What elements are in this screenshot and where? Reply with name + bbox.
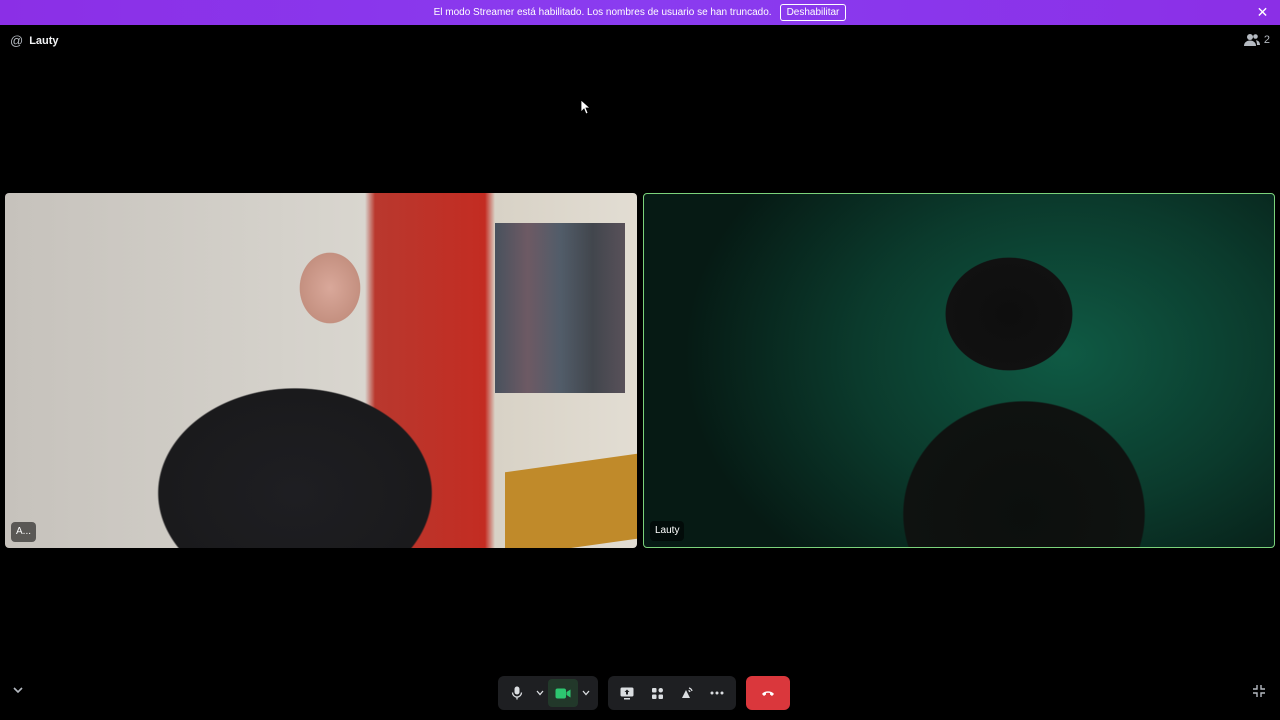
camera-button[interactable]	[548, 679, 578, 707]
banner-message: El modo Streamer está habilitado. Los no…	[433, 7, 772, 18]
exit-fullscreen-button[interactable]	[1252, 684, 1268, 700]
call-controls	[498, 676, 790, 710]
channel-title: @ Lauty	[10, 33, 59, 48]
chevron-down-icon	[536, 690, 544, 696]
mute-button[interactable]	[502, 679, 532, 707]
call-header: @ Lauty 2	[0, 25, 1280, 57]
member-list-button[interactable]: 2	[1243, 33, 1270, 47]
participant-name-label: Lauty	[650, 521, 685, 541]
participant-name-label: A...	[11, 522, 37, 542]
activities-icon	[651, 687, 663, 699]
activities-button[interactable]	[642, 679, 672, 707]
video-tile-participant-2[interactable]: Lauty	[643, 193, 1275, 548]
disable-streamer-mode-button[interactable]: Deshabilitar	[779, 4, 847, 21]
at-icon: @	[10, 33, 24, 48]
people-icon	[1243, 34, 1260, 46]
screen-share-button[interactable]	[612, 679, 642, 707]
close-icon[interactable]: ✕	[1255, 5, 1270, 20]
camera-icon	[555, 688, 571, 698]
disconnect-button[interactable]	[746, 676, 790, 710]
streamer-mode-banner: El modo Streamer está habilitado. Los no…	[0, 0, 1280, 25]
video-tile-participant-1[interactable]: A...	[5, 193, 637, 548]
soundboard-button[interactable]	[672, 679, 702, 707]
audio-options-chevron[interactable]	[532, 679, 548, 707]
more-icon	[710, 691, 724, 695]
end-call-icon	[762, 691, 774, 696]
member-count: 2	[1263, 34, 1270, 46]
microphone-icon	[511, 686, 523, 700]
audio-video-group	[498, 676, 598, 710]
channel-name: Lauty	[29, 34, 59, 47]
chevron-down-icon	[582, 690, 590, 696]
chevron-down-icon[interactable]	[10, 684, 26, 700]
video-options-chevron[interactable]	[578, 679, 594, 707]
mouse-cursor-icon	[580, 99, 590, 115]
exit-fullscreen-icon	[1253, 685, 1265, 697]
actions-group	[608, 676, 736, 710]
soundboard-icon	[682, 687, 693, 698]
more-options-button[interactable]	[702, 679, 732, 707]
screen-share-icon	[620, 687, 634, 699]
